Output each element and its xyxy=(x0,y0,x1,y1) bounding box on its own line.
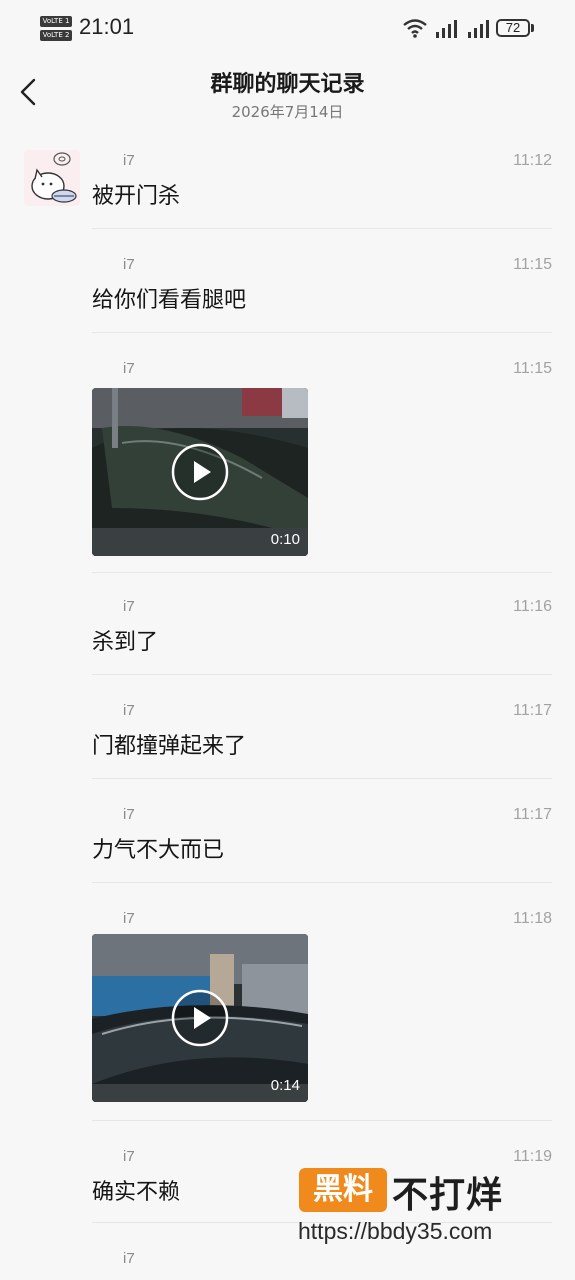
sender-name: i7 xyxy=(123,598,135,615)
message-time: 11:15 xyxy=(513,360,552,377)
message-time: 11:15 xyxy=(513,256,552,273)
watermark-name: 不打烊 xyxy=(392,1175,504,1216)
message-time: 11:17 xyxy=(513,806,552,823)
message-text[interactable]: 门都撞弹起来了 xyxy=(92,728,246,760)
message-text[interactable]: 杀到了 xyxy=(92,624,158,656)
watermark-logo: 黑料 xyxy=(299,1168,387,1212)
divider xyxy=(92,332,552,333)
volte-2-icon: VoLTE 2 xyxy=(40,30,72,41)
divider xyxy=(92,1120,552,1121)
list-item: i7 11:16 杀到了 xyxy=(92,598,552,658)
watermark-url: https://bbdy35.com xyxy=(298,1218,493,1244)
list-item: i7 11:12 被开门杀 xyxy=(92,152,552,212)
message-time: 11:16 xyxy=(513,598,552,615)
signal-2-icon xyxy=(468,20,489,38)
list-item: i7 11:15 给你们看看腿吧 xyxy=(92,256,552,316)
avatar[interactable] xyxy=(24,150,80,206)
message-time: 11:19 xyxy=(513,1148,552,1165)
video-thumbnail[interactable]: 0:10 xyxy=(92,388,308,556)
video-duration: 0:10 xyxy=(270,531,300,548)
divider xyxy=(92,882,552,883)
volte-indicators: VoLTE 1 VoLTE 2 xyxy=(40,16,74,44)
video-thumbnail[interactable]: 0:14 xyxy=(92,934,308,1102)
video-duration: 0:14 xyxy=(270,1077,300,1094)
sender-name: i7 xyxy=(123,1148,135,1165)
message-time: 11:18 xyxy=(513,910,552,927)
battery-tip xyxy=(531,24,534,32)
list-item: i7 11:17 门都撞弹起来了 xyxy=(92,702,552,762)
volte-1-icon: VoLTE 1 xyxy=(40,16,72,27)
message-time: 11:17 xyxy=(513,702,552,719)
status-bar: VoLTE 1 VoLTE 2 21:01 72 xyxy=(0,0,575,60)
sender-name: i7 xyxy=(123,152,135,169)
sender-name: i7 xyxy=(123,702,135,719)
signal-1-icon xyxy=(436,20,457,38)
cartoon-cat-avatar-icon xyxy=(24,150,80,206)
battery-icon: 72 xyxy=(496,19,530,37)
message-text[interactable]: 力气不大而已 xyxy=(92,832,224,864)
message-text[interactable]: 被开门杀 xyxy=(92,178,180,210)
divider xyxy=(92,228,552,229)
list-item: i7 xyxy=(92,1250,552,1280)
list-item: i7 11:15 0:10 xyxy=(92,360,552,560)
play-icon[interactable] xyxy=(171,989,229,1047)
list-item: i7 11:17 力气不大而已 xyxy=(92,806,552,866)
message-text[interactable]: 确实不赖 xyxy=(92,1174,180,1206)
divider xyxy=(92,674,552,675)
message-text[interactable]: 给你们看看腿吧 xyxy=(92,282,246,314)
sender-name: i7 xyxy=(123,256,135,273)
sender-name: i7 xyxy=(123,806,135,823)
sender-name: i7 xyxy=(123,910,135,927)
wifi-icon xyxy=(403,19,427,38)
sender-name: i7 xyxy=(123,360,135,377)
page-title: 群聊的聊天记录 xyxy=(210,72,365,97)
page-date: 2026年7月14日 xyxy=(231,103,344,121)
divider xyxy=(92,778,552,779)
divider xyxy=(92,572,552,573)
sender-name: i7 xyxy=(123,1250,135,1267)
message-time: 11:12 xyxy=(513,152,552,169)
list-item: i7 11:18 0:14 xyxy=(92,910,552,1110)
status-clock: 21:01 xyxy=(79,14,135,39)
play-icon[interactable] xyxy=(171,443,229,501)
